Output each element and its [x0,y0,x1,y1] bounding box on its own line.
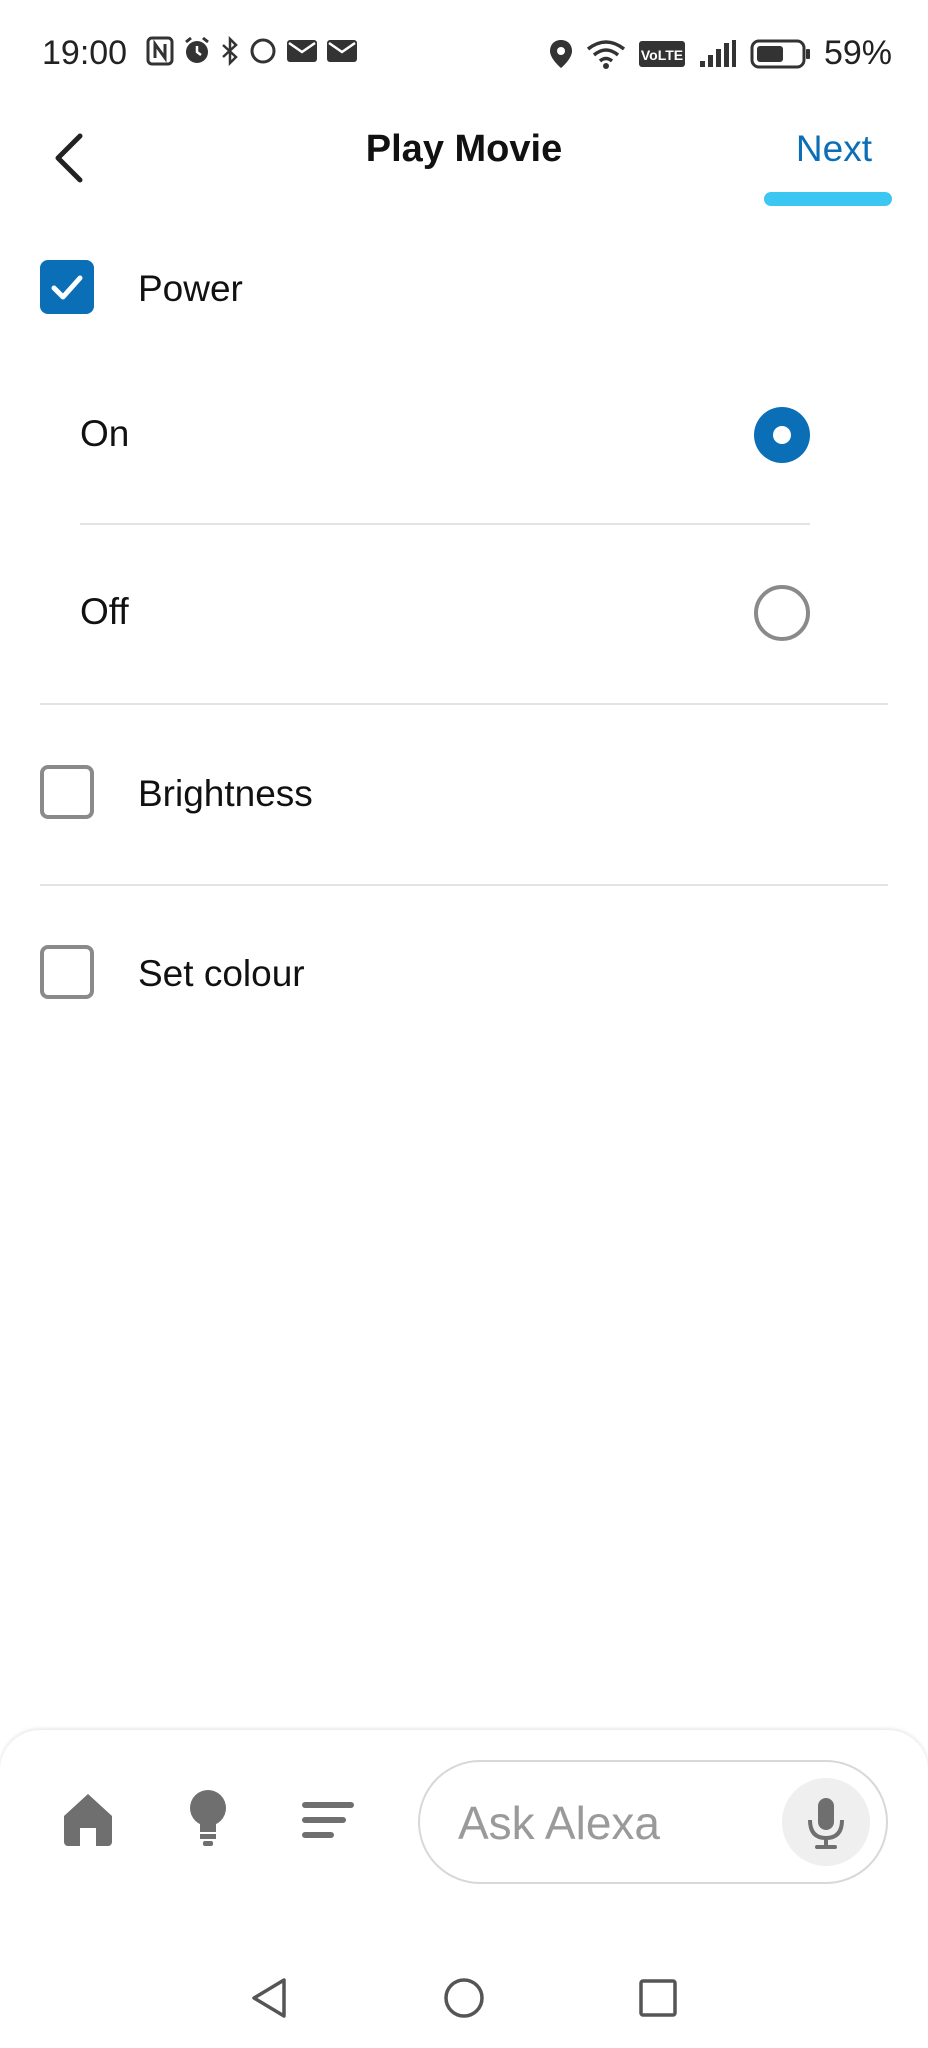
lightbulb-icon[interactable] [188,1788,228,1853]
set-colour-label: Set colour [138,953,305,994]
status-time: 19:00 [42,34,128,72]
set-colour-checkbox[interactable] [40,945,94,999]
svg-text:VoLTE: VoLTE [641,47,683,63]
home-circle-icon[interactable] [440,1974,488,2022]
power-on-label: On [80,413,130,454]
home-icon[interactable] [60,1790,116,1853]
power-on-option[interactable]: On [0,395,928,475]
back-triangle-icon[interactable] [246,1974,294,2022]
power-label: Power [138,268,243,309]
microphone-icon [808,1798,844,1849]
divider [40,884,888,886]
menu-icon[interactable] [302,1800,354,1845]
page-title: Play Movie [365,128,563,170]
set-colour-row[interactable]: Set colour [0,935,928,1015]
location-icon [548,38,574,70]
power-off-option[interactable]: Off [0,573,928,653]
mic-button[interactable] [782,1778,870,1866]
wifi-icon [586,39,626,69]
divider [80,523,810,525]
system-navigation-bar [0,1948,928,2048]
bottom-nav-bar: Ask Alexa [0,1730,928,1948]
volte-icon: VoLTE [638,39,686,69]
ask-alexa-input[interactable]: Ask Alexa [418,1760,888,1884]
power-checkbox[interactable] [40,260,94,314]
brightness-label: Brightness [138,773,313,814]
divider [40,703,888,705]
brightness-checkbox[interactable] [40,765,94,819]
power-row[interactable]: Power [0,250,928,330]
ask-alexa-placeholder: Ask Alexa [458,1797,660,1849]
status-left-icons [146,36,358,66]
check-icon [51,275,83,300]
signal-icon [698,39,738,69]
alarm-icon [182,36,212,66]
recents-square-icon[interactable] [634,1974,682,2022]
circle-icon [248,36,278,66]
header: Play Movie Next [0,110,928,230]
mail-icon [286,38,318,64]
status-bar: 19:00 VoLTE 59% [0,0,928,110]
battery-percent: 59% [823,34,892,72]
bluetooth-icon [220,36,240,66]
next-button[interactable]: Next [796,128,872,170]
nfc-icon [146,36,174,66]
power-on-radio[interactable] [754,407,810,463]
power-off-label: Off [80,591,129,632]
brightness-row[interactable]: Brightness [0,755,928,835]
power-off-radio[interactable] [754,585,810,641]
next-underline [764,192,892,206]
status-right-icons: VoLTE 59% [548,34,892,73]
mail-icon [326,38,358,64]
battery-icon [750,38,812,70]
